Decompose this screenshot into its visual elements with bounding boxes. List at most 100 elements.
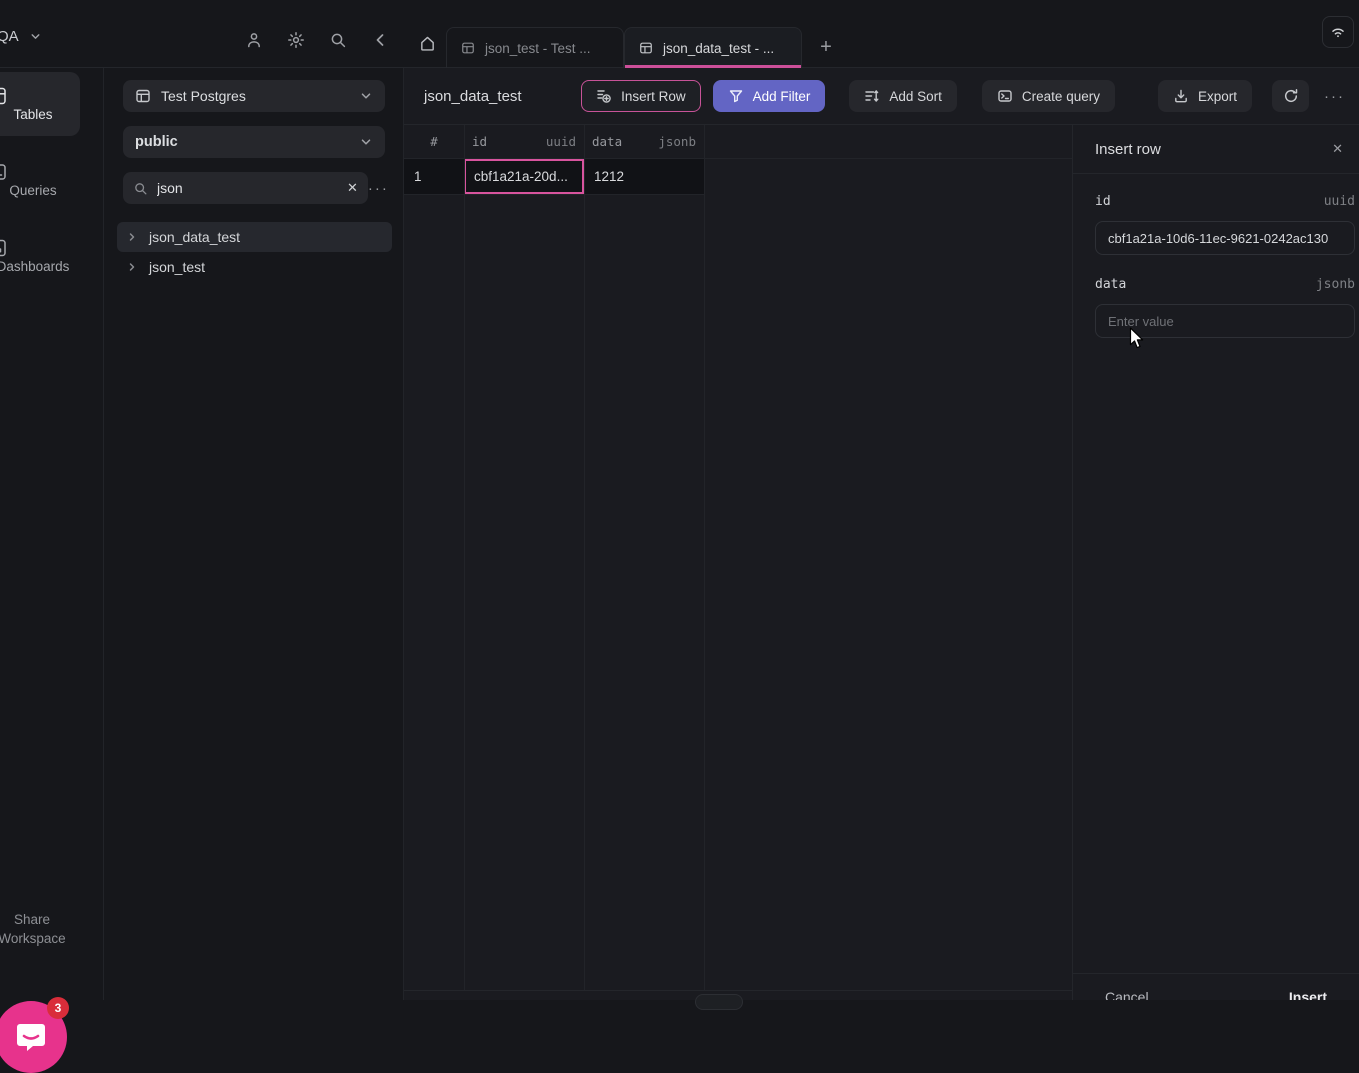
insert-row-button[interactable]: Insert Row xyxy=(581,80,701,112)
rail-item-tables[interactable]: Tables xyxy=(0,72,80,136)
chat-unread-badge: 3 xyxy=(47,997,69,1019)
toolbar-more-button[interactable]: ··· xyxy=(1324,88,1345,105)
chevron-right-icon xyxy=(126,261,138,273)
panel-title: Insert row xyxy=(1095,140,1161,158)
table-row: 1 cbf1a21a-20d... 1212 xyxy=(404,159,704,195)
grid-header: # id uuid data jsonb xyxy=(404,125,1073,159)
column-name: id xyxy=(472,134,488,149)
home-icon xyxy=(419,35,436,52)
column-header-id[interactable]: id uuid xyxy=(464,125,584,158)
grid-footer xyxy=(404,990,1073,1010)
schema-sidebar: Test Postgres public ✕ ··· json_data_tes… xyxy=(104,68,404,1000)
row-number-cell[interactable]: 1 xyxy=(404,159,464,194)
add-sort-button[interactable]: Add Sort xyxy=(849,80,957,112)
tab-json-data-test[interactable]: json_data_test - ... xyxy=(624,27,802,68)
rail-item-dashboards[interactable]: Dashboards xyxy=(0,224,80,288)
workspace-switcher[interactable]: QA xyxy=(0,28,42,45)
chevron-down-icon xyxy=(359,89,373,103)
add-filter-label: Add Filter xyxy=(752,88,811,104)
column-type: uuid xyxy=(545,134,576,149)
connection-dropdown[interactable]: Test Postgres xyxy=(123,80,385,112)
chevron-down-icon xyxy=(29,30,42,43)
home-tab-button[interactable] xyxy=(408,28,446,68)
cell-id-selected[interactable]: cbf1a21a-20d... xyxy=(464,159,584,194)
cancel-button[interactable]: Cancel xyxy=(1105,989,1149,1000)
search-icon[interactable] xyxy=(329,31,347,49)
collapse-sidebar-icon[interactable] xyxy=(371,31,389,49)
new-tab-button[interactable]: + xyxy=(808,27,844,68)
user-icon[interactable] xyxy=(245,31,263,49)
id-value-input[interactable] xyxy=(1095,221,1355,255)
chat-bubble-icon xyxy=(12,1018,50,1056)
search-icon xyxy=(133,181,148,196)
table-toolbar: json_data_test Insert Row Add Filter Add… xyxy=(404,68,1359,125)
left-rail: Tables Queries Dashboards Share Workspac… xyxy=(0,68,104,1073)
field-name: id xyxy=(1095,194,1111,209)
schema-name: public xyxy=(135,134,178,150)
column-type: jsonb xyxy=(658,134,696,149)
main-area: json_data_test Insert Row Add Filter Add… xyxy=(404,68,1359,1010)
cell-data[interactable]: 1212 xyxy=(584,159,704,194)
plus-icon: + xyxy=(820,36,832,58)
download-icon xyxy=(1173,88,1189,104)
schema-dropdown[interactable]: public xyxy=(123,126,385,158)
field-name: data xyxy=(1095,277,1127,292)
tab-label: json_test - Test ... xyxy=(485,40,591,56)
tables-icon xyxy=(0,85,80,107)
close-icon[interactable]: ✕ xyxy=(1328,137,1347,161)
field-type: jsonb xyxy=(1315,277,1355,292)
tree-item-json-data-test[interactable]: json_data_test xyxy=(117,222,392,252)
terminal-icon xyxy=(997,88,1013,104)
clear-search-icon[interactable]: ✕ xyxy=(347,180,358,196)
table-search-box[interactable]: ✕ xyxy=(123,172,368,204)
chevron-down-icon xyxy=(359,135,373,149)
table-search-input[interactable] xyxy=(157,180,338,196)
table-icon xyxy=(461,41,475,55)
rail-item-queries[interactable]: Queries xyxy=(0,148,80,212)
rail-item-label: Queries xyxy=(9,183,57,198)
rail-item-label: Tables xyxy=(13,107,53,122)
gear-icon[interactable] xyxy=(287,31,305,49)
tab-label: json_data_test - ... xyxy=(663,40,775,56)
create-query-label: Create query xyxy=(1021,88,1100,104)
table-name: json_test xyxy=(149,259,206,275)
panel-footer: Cancel Insert xyxy=(1073,973,1359,1000)
page-title: json_data_test xyxy=(424,87,522,105)
column-header-data[interactable]: data jsonb xyxy=(584,125,704,158)
data-grid: # id uuid data jsonb 1 cbf1a21a-20d... 1… xyxy=(404,125,1073,990)
table-name: json_data_test xyxy=(149,229,241,245)
tab-json-test[interactable]: json_test - Test ... xyxy=(446,27,624,68)
share-label-line2: Workspace xyxy=(0,931,66,946)
export-button[interactable]: Export xyxy=(1157,80,1252,112)
database-icon xyxy=(135,88,151,104)
field-type: uuid xyxy=(1323,194,1355,209)
filter-funnel-icon xyxy=(728,88,744,104)
field-label-row-data: data jsonb xyxy=(1095,277,1355,292)
rail-item-label: Dashboards xyxy=(0,259,70,274)
add-sort-label: Add Sort xyxy=(889,88,942,104)
chevron-right-icon xyxy=(126,231,138,243)
table-icon xyxy=(639,41,653,55)
refresh-button[interactable] xyxy=(1272,80,1309,112)
mouse-cursor xyxy=(1128,327,1145,351)
refresh-icon xyxy=(1283,88,1299,104)
sidebar-more-button[interactable]: ··· xyxy=(368,180,389,197)
share-label-line1: Share xyxy=(13,912,51,927)
insert-row-icon xyxy=(596,88,612,104)
add-filter-button[interactable]: Add Filter xyxy=(712,80,826,112)
pagination-pill[interactable] xyxy=(695,994,743,1010)
sort-icon xyxy=(864,88,880,104)
external-link-icon xyxy=(0,892,80,910)
workspace-name: QA xyxy=(0,28,19,45)
column-header-rownum[interactable]: # xyxy=(404,125,464,158)
field-label-row-id: id uuid xyxy=(1095,194,1355,209)
top-bar: QA json_test - Test ... json_data_test -… xyxy=(0,0,1359,68)
share-workspace-button[interactable]: Share Workspace xyxy=(0,892,80,948)
insert-row-label: Insert Row xyxy=(621,88,686,104)
create-query-button[interactable]: Create query xyxy=(981,80,1115,112)
insert-button[interactable]: Insert xyxy=(1289,989,1327,1000)
connection-name: Test Postgres xyxy=(161,88,246,104)
tree-item-json-test[interactable]: json_test xyxy=(117,252,392,282)
bar-chart-icon xyxy=(0,237,80,259)
column-name: data xyxy=(592,134,623,149)
